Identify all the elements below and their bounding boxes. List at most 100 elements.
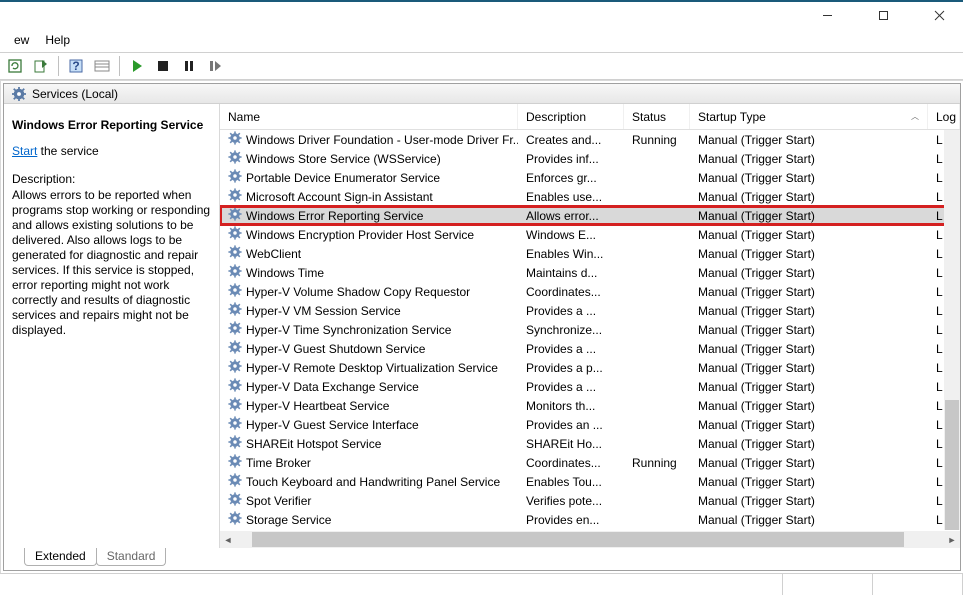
column-startup[interactable]: Startup Type︿	[690, 104, 928, 129]
cell-startup: Manual (Trigger Start)	[690, 456, 928, 470]
table-row[interactable]: Hyper-V VM Session ServiceProvides a ...…	[220, 301, 960, 320]
table-row[interactable]: WebClientEnables Win...Manual (Trigger S…	[220, 244, 960, 263]
toolbar-restart-button[interactable]	[204, 55, 226, 77]
service-name-text: Windows Store Service (WSService)	[246, 152, 441, 166]
column-logon[interactable]: Log	[928, 104, 960, 129]
table-row[interactable]: Windows Store Service (WSService)Provide…	[220, 149, 960, 168]
table-row[interactable]: Microsoft Account Sign-in AssistantEnabl…	[220, 187, 960, 206]
table-row[interactable]: Touch Keyboard and Handwriting Panel Ser…	[220, 472, 960, 491]
gear-icon	[228, 378, 242, 395]
cell-description: Enables Tou...	[518, 475, 624, 489]
table-row[interactable]: Portable Device Enumerator ServiceEnforc…	[220, 168, 960, 187]
cell-description: Enables use...	[518, 190, 624, 204]
toolbar-start-button[interactable]	[126, 55, 148, 77]
left-gutter	[0, 81, 1, 573]
table-row[interactable]: Windows TimeMaintains d...Manual (Trigge…	[220, 263, 960, 282]
description-text: Allows errors to be reported when progra…	[12, 188, 213, 338]
cell-name: Windows Encryption Provider Host Service	[220, 226, 518, 243]
cell-startup: Manual (Trigger Start)	[690, 418, 928, 432]
column-status[interactable]: Status	[624, 104, 690, 129]
cell-name: SHAREit Hotspot Service	[220, 435, 518, 452]
horizontal-scrollbar[interactable]: ◄ ►	[220, 531, 960, 548]
cell-description: Creates and...	[518, 133, 624, 147]
table-row[interactable]: SHAREit Hotspot ServiceSHAREit Ho... Manu…	[220, 434, 960, 453]
table-row[interactable]: Hyper-V Guest Service InterfaceProvides …	[220, 415, 960, 434]
gear-icon	[228, 226, 242, 243]
scroll-left-arrow[interactable]: ◄	[220, 531, 236, 548]
table-row[interactable]: Hyper-V Heartbeat ServiceMonitors th...M…	[220, 396, 960, 415]
table-row[interactable]: Spot VerifierVerifies pote...Manual (Tri…	[220, 491, 960, 510]
cell-startup: Manual (Trigger Start)	[690, 266, 928, 280]
cell-description: Provides a ...	[518, 342, 624, 356]
service-name-text: Hyper-V Time Synchronization Service	[246, 323, 451, 337]
cell-description: Provides a ...	[518, 304, 624, 318]
cell-startup: Manual (Trigger Start)	[690, 437, 928, 451]
menu-help[interactable]: Help	[37, 31, 78, 49]
gear-icon	[228, 321, 242, 338]
cell-name: Hyper-V Data Exchange Service	[220, 378, 518, 395]
tab-standard[interactable]: Standard	[96, 548, 167, 566]
svg-text:?: ?	[72, 59, 79, 73]
cell-startup: Manual (Trigger Start)	[690, 304, 928, 318]
gear-icon	[228, 511, 242, 528]
start-service-link[interactable]: Start	[12, 144, 37, 158]
toolbar-properties-button[interactable]	[91, 55, 113, 77]
service-name-text: Windows Driver Foundation - User-mode Dr…	[246, 133, 518, 147]
tab-extended[interactable]: Extended	[24, 548, 97, 566]
gear-icon	[228, 416, 242, 433]
cell-startup: Manual (Trigger Start)	[690, 133, 928, 147]
cell-name: Hyper-V Time Synchronization Service	[220, 321, 518, 338]
table-row[interactable]: Hyper-V Time Synchronization Service Sync…	[220, 320, 960, 339]
title-bar	[0, 0, 963, 28]
cell-startup: Manual (Trigger Start)	[690, 475, 928, 489]
column-description[interactable]: Description	[518, 104, 624, 129]
cell-name: Hyper-V VM Session Service	[220, 302, 518, 319]
cell-description: Maintains d...	[518, 266, 624, 280]
cell-startup: Manual (Trigger Start)	[690, 190, 928, 204]
toolbar-export-button[interactable]	[30, 55, 52, 77]
table-row[interactable]: Windows Error Reporting ServiceAllows er…	[220, 206, 960, 225]
table-row[interactable]: Windows Driver Foundation - User-mode Dr…	[220, 130, 960, 149]
column-name[interactable]: Name	[220, 104, 518, 129]
cell-startup: Manual (Trigger Start)	[690, 399, 928, 413]
table-row[interactable]: Hyper-V Data Exchange ServiceProvides a …	[220, 377, 960, 396]
column-header: Name Description Status Startup Type︿ Lo…	[220, 104, 960, 130]
gear-icon	[228, 131, 242, 148]
toolbar-refresh-button[interactable]	[4, 55, 26, 77]
table-row[interactable]: Hyper-V Volume Shadow Copy Requestor Coor…	[220, 282, 960, 301]
toolbar-help-button[interactable]: ?	[65, 55, 87, 77]
table-row[interactable]: Windows Encryption Provider Host Service…	[220, 225, 960, 244]
close-button[interactable]	[921, 5, 957, 25]
cell-name: Storage Service	[220, 511, 518, 528]
cell-description: Synchronize...	[518, 323, 624, 337]
table-row[interactable]: Time BrokerCoordinates...RunningManual (…	[220, 453, 960, 472]
cell-startup: Manual (Trigger Start)	[690, 361, 928, 375]
table-row[interactable]: Hyper-V Remote Desktop Virtualization Se…	[220, 358, 960, 377]
vertical-scrollbar[interactable]	[944, 130, 960, 530]
cell-description: Provides a p...	[518, 361, 624, 375]
menu-view[interactable]: ew	[6, 31, 37, 49]
cell-name: Windows Store Service (WSService)	[220, 150, 518, 167]
scroll-right-arrow[interactable]: ►	[944, 531, 960, 548]
cell-name: Microsoft Account Sign-in Assistant	[220, 188, 518, 205]
table-row[interactable]: Hyper-V Guest Shutdown ServiceProvides a…	[220, 339, 960, 358]
hscroll-thumb[interactable]	[252, 532, 904, 547]
cell-startup: Manual (Trigger Start)	[690, 152, 928, 166]
scroll-thumb[interactable]	[945, 400, 959, 530]
cell-startup: Manual (Trigger Start)	[690, 228, 928, 242]
cell-name: Hyper-V Remote Desktop Virtualization Se…	[220, 359, 518, 376]
toolbar-stop-button[interactable]	[152, 55, 174, 77]
table-row[interactable]: Storage ServiceProvides en... Manual (Tri…	[220, 510, 960, 529]
gear-icon	[228, 397, 242, 414]
gear-icon	[228, 245, 242, 262]
gear-icon	[228, 283, 242, 300]
cell-description: SHAREit Ho...	[518, 437, 624, 451]
maximize-button[interactable]	[865, 5, 901, 25]
cell-description: Provides en...	[518, 513, 624, 527]
minimize-button[interactable]	[809, 5, 845, 25]
service-name-text: Hyper-V Volume Shadow Copy Requestor	[246, 285, 470, 299]
cell-description: Coordinates...	[518, 285, 624, 299]
gear-icon	[228, 188, 242, 205]
toolbar-pause-button[interactable]	[178, 55, 200, 77]
cell-startup: Manual (Trigger Start)	[690, 513, 928, 527]
